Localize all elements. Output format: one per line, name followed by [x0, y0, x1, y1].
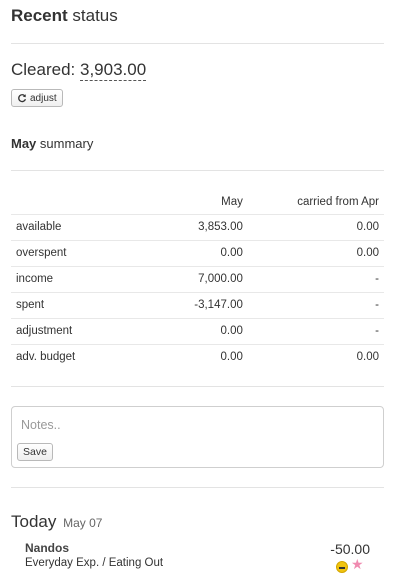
- today-heading: Today May 07: [11, 512, 102, 532]
- summary-row-spent: spent -3,147.00 -: [11, 291, 384, 318]
- row-apr-value: 0.00: [247, 213, 384, 240]
- row-label: available: [11, 213, 161, 240]
- summary-header-may: May: [221, 195, 243, 208]
- adjust-label: adjust: [30, 92, 57, 104]
- cleared-amount[interactable]: 3,903.00: [79, 60, 147, 81]
- summary-header-row: May carried from Apr: [11, 190, 384, 214]
- notes-textarea[interactable]: [11, 406, 384, 468]
- summary-row-adv-budget: adv. budget 0.00 0.00: [11, 343, 384, 370]
- row-may-value: 0.00: [161, 343, 248, 370]
- row-label: overspent: [11, 239, 161, 266]
- adjust-button[interactable]: adjust: [11, 89, 63, 107]
- page-title-bold: Recent: [11, 6, 68, 25]
- transaction-payee[interactable]: Nandos: [25, 541, 69, 555]
- summary-header-carried: carried from Apr: [297, 195, 379, 208]
- row-may-value: 7,000.00: [161, 265, 248, 292]
- row-may-value: -3,147.00: [161, 291, 248, 318]
- summary-title-rest: summary: [36, 136, 94, 151]
- summary-title: May summary: [11, 136, 93, 151]
- row-apr-value: 0.00: [247, 343, 384, 370]
- row-may-value: 0.00: [161, 317, 248, 344]
- row-apr-value: -: [247, 317, 384, 344]
- refresh-icon: [18, 94, 27, 103]
- save-button[interactable]: Save: [17, 443, 53, 461]
- summary-row-overspent: overspent 0.00 0.00: [11, 239, 384, 266]
- today-label: Today: [11, 512, 57, 531]
- today-date: May 07: [63, 516, 103, 530]
- row-label: adv. budget: [11, 343, 161, 370]
- notes-placeholder: Notes..: [21, 418, 61, 432]
- page-title: Recent status: [11, 6, 118, 26]
- row-may-value: 3,853.00: [161, 213, 248, 240]
- row-apr-value: -: [247, 265, 384, 292]
- divider: [11, 487, 384, 488]
- cleared-balance: Cleared: 3,903.00: [11, 60, 147, 81]
- divider: [11, 43, 384, 44]
- row-may-value: 0.00: [161, 239, 248, 266]
- summary-row-income: income 7,000.00 -: [11, 265, 384, 292]
- row-label: adjustment: [11, 317, 161, 344]
- divider: [11, 386, 384, 387]
- minus-circle-icon[interactable]: [336, 561, 348, 573]
- transaction-amount: -50.00: [330, 541, 370, 557]
- row-label: income: [11, 265, 161, 292]
- divider: [11, 170, 384, 171]
- star-icon[interactable]: ★: [351, 557, 364, 571]
- summary-row-available: available 3,853.00 0.00: [11, 213, 384, 240]
- row-label: spent: [11, 291, 161, 318]
- summary-month: May: [11, 136, 37, 151]
- row-apr-value: -: [247, 291, 384, 318]
- row-apr-value: 0.00: [247, 239, 384, 266]
- cleared-label: Cleared:: [11, 60, 80, 79]
- transaction-category: Everyday Exp. / Eating Out: [25, 557, 164, 569]
- page-title-rest: status: [67, 6, 118, 25]
- summary-header-blank: [11, 190, 161, 214]
- summary-row-adjustment: adjustment 0.00 -: [11, 317, 384, 344]
- summary-table: May carried from Apr available 3,853.00 …: [11, 190, 384, 370]
